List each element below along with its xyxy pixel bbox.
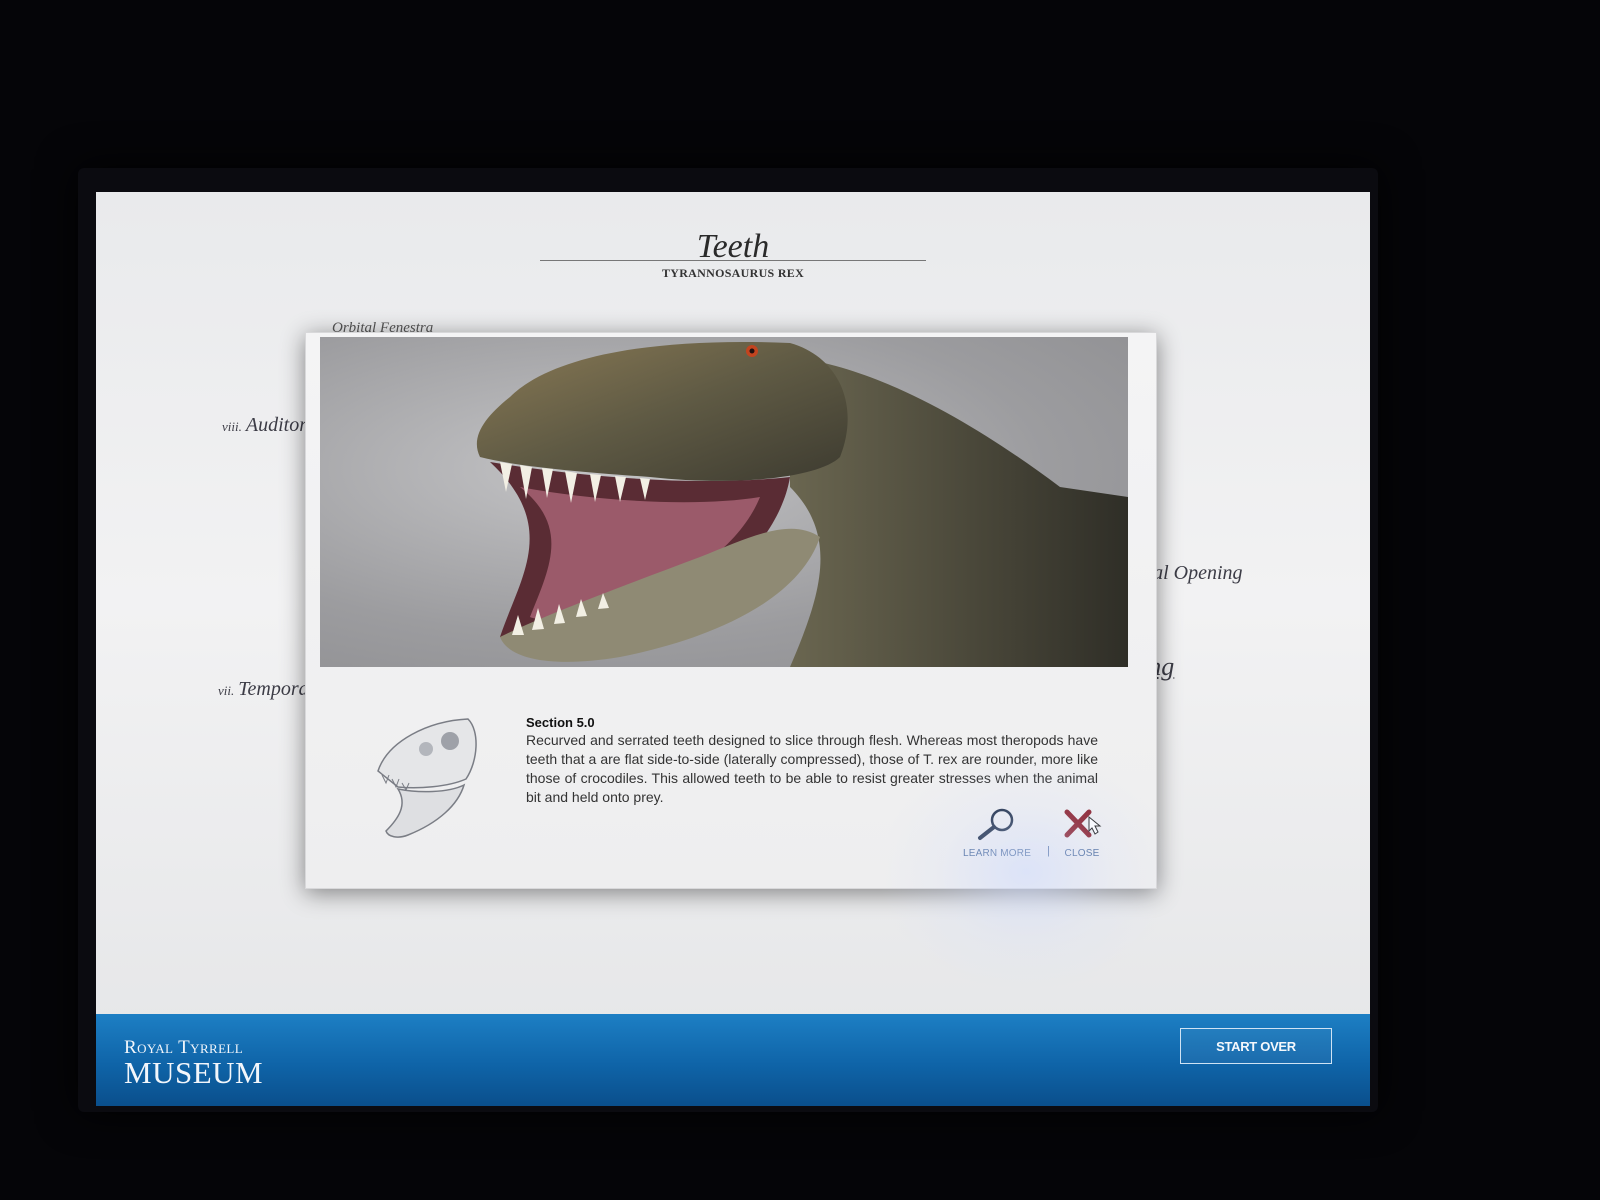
label-auditory[interactable]: viii. Auditory <box>222 414 316 437</box>
magnifier-icon <box>978 808 1014 840</box>
section-label: Section 5.0 <box>526 715 595 730</box>
label-number: vii. <box>218 683 235 698</box>
info-modal: Section 5.0 Recurved and serrated teeth … <box>305 332 1157 889</box>
footer-bar: Royal Tyrrell MUSEUM START OVER <box>96 1014 1370 1106</box>
learn-more-button[interactable]: LEARN MORE <box>958 807 1036 859</box>
hand-pointer-icon <box>1088 815 1102 835</box>
close-button[interactable]: CLOSE <box>1058 807 1106 859</box>
learn-more-label: LEARN MORE <box>962 848 1032 859</box>
museum-logo: Royal Tyrrell MUSEUM <box>124 1038 263 1088</box>
close-x-icon <box>1064 809 1102 838</box>
start-over-button[interactable]: START OVER <box>1180 1028 1332 1064</box>
action-separator: | <box>1047 845 1050 857</box>
page-subtitle: TYRANNOSAURUS REX <box>661 266 805 280</box>
section-description: Recurved and serrated teeth designed to … <box>526 732 1098 805</box>
close-label: CLOSE <box>1064 848 1100 859</box>
skull-thumbnail <box>358 701 488 843</box>
label-temporal[interactable]: vii. Tempora <box>218 678 309 701</box>
skull-icon <box>377 718 477 838</box>
label-text: Tempora <box>238 678 309 700</box>
title-divider <box>540 260 926 261</box>
label-number: viii. <box>222 419 242 434</box>
logo-bottom-line: MUSEUM <box>124 1055 264 1090</box>
trex-head-illustration <box>476 341 1128 667</box>
kiosk-screen: Teeth TYRANNOSAURUS REX Orbital Fenestra… <box>96 192 1370 1106</box>
trex-photo <box>320 337 1128 667</box>
